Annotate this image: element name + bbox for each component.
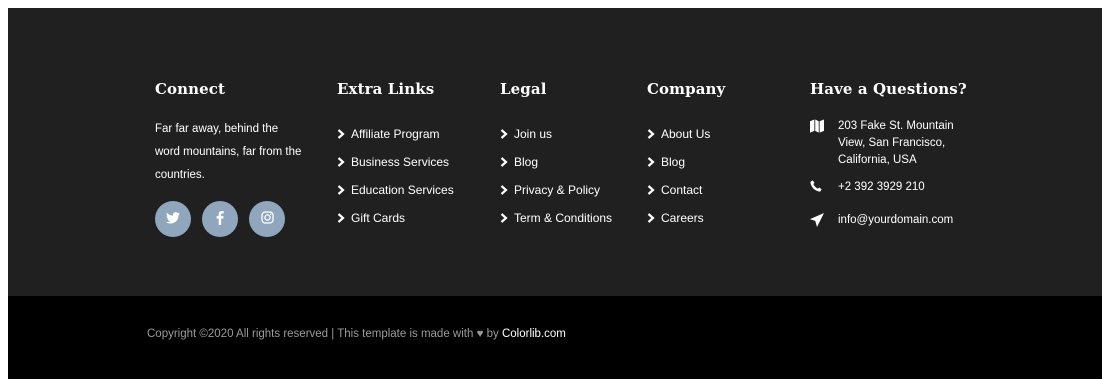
paper-plane-icon [810, 212, 838, 233]
extra-links-heading: Extra Links [337, 80, 435, 98]
contact-column: Have a Questions? 203 Fake St. Mountain … [810, 80, 980, 243]
phone-icon [810, 179, 838, 198]
company-link-contact[interactable]: Contact [647, 176, 725, 204]
copyright-text: Copyright ©2020 All rights reserved | Th… [147, 328, 566, 340]
heart-icon: ♥ [476, 328, 484, 340]
footer: Connect Far far away, behind the word mo… [8, 8, 1102, 379]
social-links [155, 201, 305, 237]
company-links-list: About Us Blog Contact Careers [647, 120, 725, 232]
instagram-icon [260, 211, 274, 227]
chevron-right-icon [647, 185, 661, 195]
legal-heading: Legal [500, 80, 547, 98]
extra-link-education-services[interactable]: Education Services [337, 176, 454, 204]
connect-heading: Connect [155, 80, 226, 98]
chevron-right-icon [337, 157, 351, 167]
map-icon [810, 118, 838, 139]
contact-email[interactable]: info@yourdomain.com [810, 212, 980, 233]
company-column: Company About Us Blog Contact Careers [647, 80, 725, 232]
company-link-about-us[interactable]: About Us [647, 120, 725, 148]
contact-info: 203 Fake St. Mountain View, San Francisc… [810, 118, 980, 233]
extra-link-business-services[interactable]: Business Services [337, 148, 454, 176]
colorlib-link[interactable]: Colorlib.com [502, 328, 566, 340]
legal-link-join-us[interactable]: Join us [500, 120, 612, 148]
chevron-right-icon [500, 157, 514, 167]
contact-phone[interactable]: +2 392 3929 210 [810, 179, 980, 198]
footer-top: Connect Far far away, behind the word mo… [8, 8, 1102, 296]
legal-column: Legal Join us Blog Privacy & Policy Term… [500, 80, 612, 232]
twitter-link[interactable] [155, 201, 191, 237]
chevron-right-icon [647, 213, 661, 223]
contact-heading: Have a Questions? [810, 80, 967, 98]
chevron-right-icon [500, 129, 514, 139]
legal-link-blog[interactable]: Blog [500, 148, 612, 176]
legal-link-privacy-policy[interactable]: Privacy & Policy [500, 176, 612, 204]
chevron-right-icon [337, 129, 351, 139]
chevron-right-icon [337, 185, 351, 195]
legal-link-terms[interactable]: Term & Conditions [500, 204, 612, 232]
facebook-link[interactable] [202, 201, 238, 237]
chevron-right-icon [647, 157, 661, 167]
extra-links-column: Extra Links Affiliate Program Business S… [337, 80, 454, 232]
instagram-link[interactable] [249, 201, 285, 237]
chevron-right-icon [500, 213, 514, 223]
facebook-icon [216, 210, 224, 228]
extra-link-gift-cards[interactable]: Gift Cards [337, 204, 454, 232]
connect-column: Connect Far far away, behind the word mo… [155, 80, 305, 237]
connect-description: Far far away, behind the word mountains,… [155, 123, 302, 181]
chevron-right-icon [337, 213, 351, 223]
twitter-icon [166, 211, 180, 227]
company-link-careers[interactable]: Careers [647, 204, 725, 232]
extra-link-affiliate-program[interactable]: Affiliate Program [337, 120, 454, 148]
chevron-right-icon [500, 185, 514, 195]
extra-links-list: Affiliate Program Business Services Educ… [337, 120, 454, 232]
company-link-blog[interactable]: Blog [647, 148, 725, 176]
company-heading: Company [647, 80, 726, 98]
contact-address: 203 Fake St. Mountain View, San Francisc… [810, 118, 980, 169]
legal-links-list: Join us Blog Privacy & Policy Term & Con… [500, 120, 612, 232]
chevron-right-icon [647, 129, 661, 139]
